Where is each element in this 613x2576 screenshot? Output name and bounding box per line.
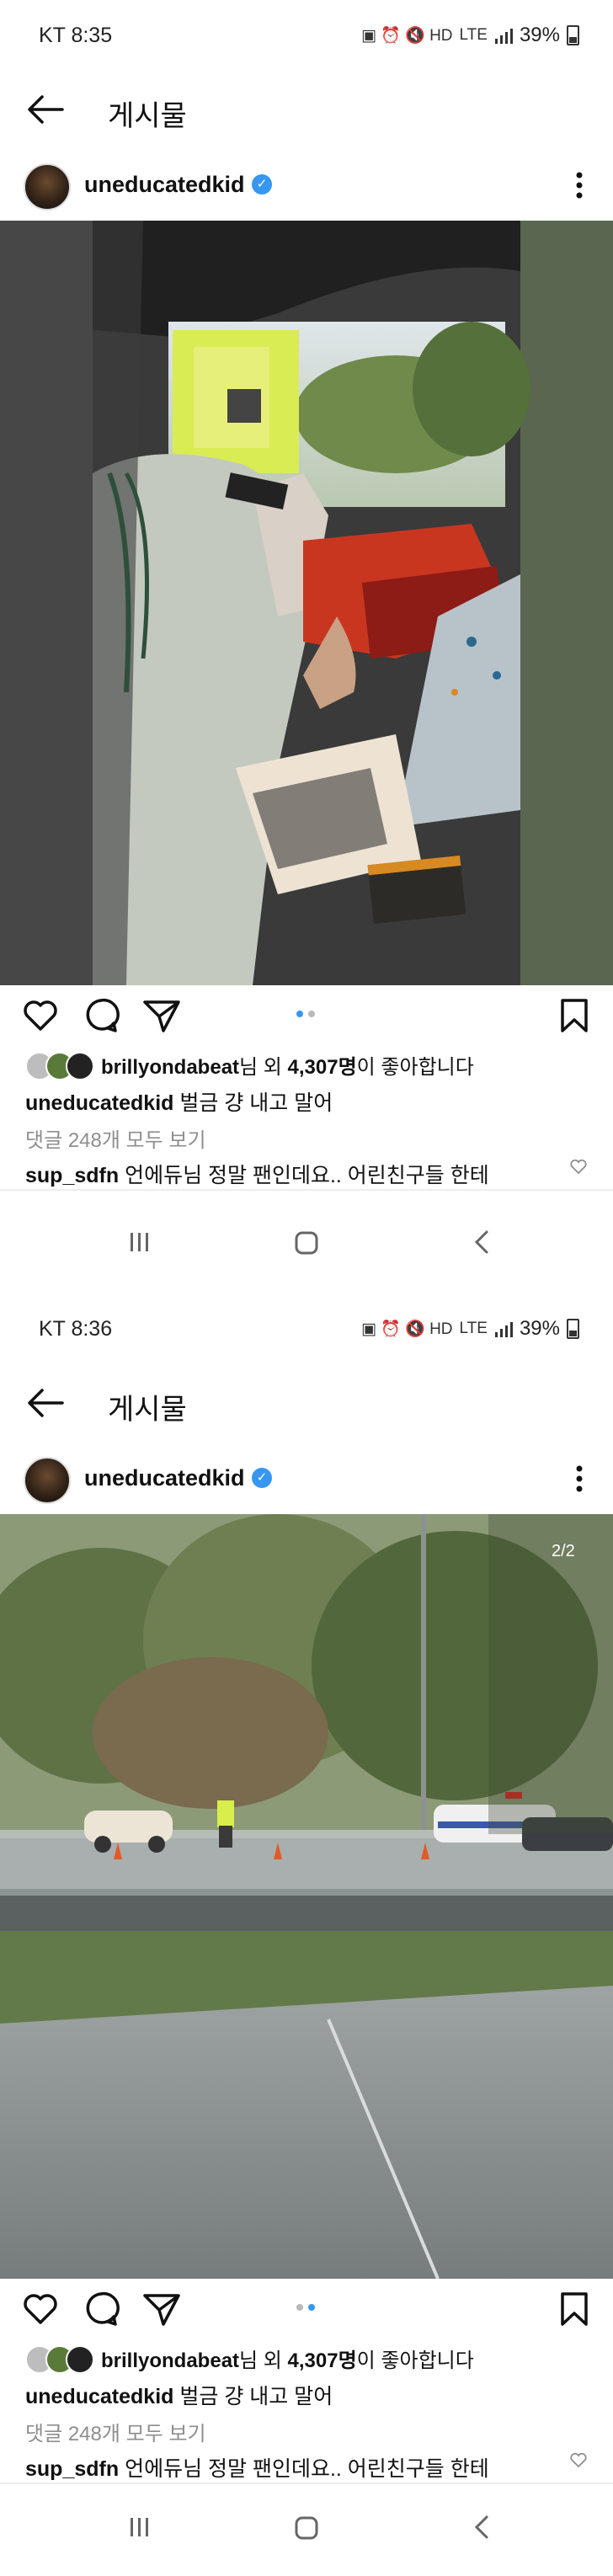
avatar[interactable] xyxy=(24,1457,71,1504)
bookmark-icon[interactable] xyxy=(554,995,594,1036)
comment-icon[interactable] xyxy=(81,2289,121,2329)
status-bar: KT 8:35 ▣ ⏰ 🔇 HD LTE 39% xyxy=(0,0,613,76)
back-arrow-icon[interactable] xyxy=(25,1386,64,1420)
likes-summary[interactable]: brillyondabeat님 외 4,307명이 좋아합니다 xyxy=(25,1048,474,1081)
comment-preview: sup_sdfn 언에듀님 정말 팬인데요.. 어린친구들 한테 xyxy=(25,2457,489,2481)
verified-badge-icon: ✓ xyxy=(252,1468,272,1488)
post-username[interactable]: uneducatedkid xyxy=(84,1465,245,1491)
carousel-indicator xyxy=(296,1011,315,1017)
notification-icons: ▣ ⏰ 🔇 HD xyxy=(360,27,453,45)
carousel-indicator xyxy=(296,2304,315,2311)
bookmark-icon[interactable] xyxy=(554,2289,594,2329)
comment-preview: sup_sdfn 언에듀님 정말 팬인데요.. 어린친구들 한테 xyxy=(25,1164,489,1187)
recent-apps-icon[interactable] xyxy=(126,1229,152,1255)
comment-like-icon[interactable] xyxy=(569,2451,588,2469)
post-media-video[interactable] xyxy=(0,221,613,985)
page-title: 게시물 xyxy=(108,100,187,132)
likes-text: brillyondabeat님 외 4,307명이 좋아합니다 xyxy=(101,2349,474,2372)
post-caption: uneducatedkid 벌금 걍 내고 말어 xyxy=(25,2385,333,2408)
status-bar: KT 8:36 ▣ ⏰ 🔇 HD LTE 39% xyxy=(0,1293,613,1369)
screenshot-1: KT 8:35 ▣ ⏰ 🔇 HD LTE 39% 게시물 uneducatedk… xyxy=(0,0,613,1293)
post-header: uneducatedkid ✓ xyxy=(0,1445,613,1512)
home-icon[interactable] xyxy=(293,1229,320,1256)
video-frame-car-interior xyxy=(0,221,613,985)
network-label: LTE xyxy=(459,1320,488,1337)
page-header: 게시물 xyxy=(0,76,613,143)
more-options-icon[interactable] xyxy=(571,1462,588,1496)
post-media-video[interactable]: 2/2 xyxy=(0,1514,613,2279)
recent-apps-icon[interactable] xyxy=(126,2515,152,2540)
liker-avatars xyxy=(25,2344,96,2374)
share-icon[interactable] xyxy=(141,995,182,1036)
battery-percent: 39% xyxy=(519,1317,560,1340)
more-options-icon[interactable] xyxy=(571,168,588,202)
screenshot-2: KT 8:36 ▣ ⏰ 🔇 HD LTE 39% 게시물 uneducatedk… xyxy=(0,1293,613,2576)
signal-icon xyxy=(494,29,513,44)
media-counter: 2/2 xyxy=(552,1542,575,1560)
post-caption: uneducatedkid 벌금 걍 내고 말어 xyxy=(25,1091,333,1115)
notification-icons: ▣ ⏰ 🔇 HD xyxy=(360,1320,453,1338)
status-time: KT 8:35 xyxy=(39,24,113,47)
post-actions xyxy=(0,2279,613,2338)
heart-icon[interactable] xyxy=(20,995,61,1036)
battery-percent: 39% xyxy=(519,24,560,46)
post-username[interactable]: uneducatedkid xyxy=(84,172,245,198)
view-all-comments-link[interactable]: 댓글 248개 모두 보기 xyxy=(25,2417,206,2446)
back-arrow-icon[interactable] xyxy=(25,93,64,126)
system-nav-bar xyxy=(0,2484,613,2576)
signal-icon xyxy=(494,1322,513,1337)
liker-avatars xyxy=(25,1050,96,1080)
status-time: KT 8:36 xyxy=(39,1317,113,1341)
nav-back-icon[interactable] xyxy=(472,1229,492,1255)
status-indicators: ▣ ⏰ 🔇 HD LTE 39% xyxy=(361,1317,579,1341)
post-header: uneducatedkid ✓ xyxy=(0,152,613,219)
battery-icon xyxy=(567,1319,579,1339)
status-indicators: ▣ ⏰ 🔇 HD LTE 39% xyxy=(361,24,579,47)
page-header: 게시물 xyxy=(0,1369,613,1437)
share-icon[interactable] xyxy=(141,2289,182,2329)
comment-icon[interactable] xyxy=(81,995,121,1036)
heart-icon[interactable] xyxy=(20,2289,61,2329)
page-title: 게시물 xyxy=(108,1394,187,1426)
view-all-comments-link[interactable]: 댓글 248개 모두 보기 xyxy=(25,1123,206,1153)
system-nav-bar xyxy=(0,1191,613,1293)
avatar[interactable] xyxy=(24,163,71,211)
network-label: LTE xyxy=(459,26,488,44)
video-frame-highway: 2/2 xyxy=(0,1514,613,2279)
battery-icon xyxy=(567,25,579,45)
likes-text: brillyondabeat님 외 4,307명이 좋아합니다 xyxy=(101,1055,474,1079)
verified-badge-icon: ✓ xyxy=(252,174,272,195)
post-actions xyxy=(0,985,613,1044)
comment-like-icon[interactable] xyxy=(569,1157,588,1176)
home-icon[interactable] xyxy=(293,2515,320,2541)
nav-back-icon[interactable] xyxy=(472,2515,492,2540)
likes-summary[interactable]: brillyondabeat님 외 4,307명이 좋아합니다 xyxy=(25,2341,474,2375)
